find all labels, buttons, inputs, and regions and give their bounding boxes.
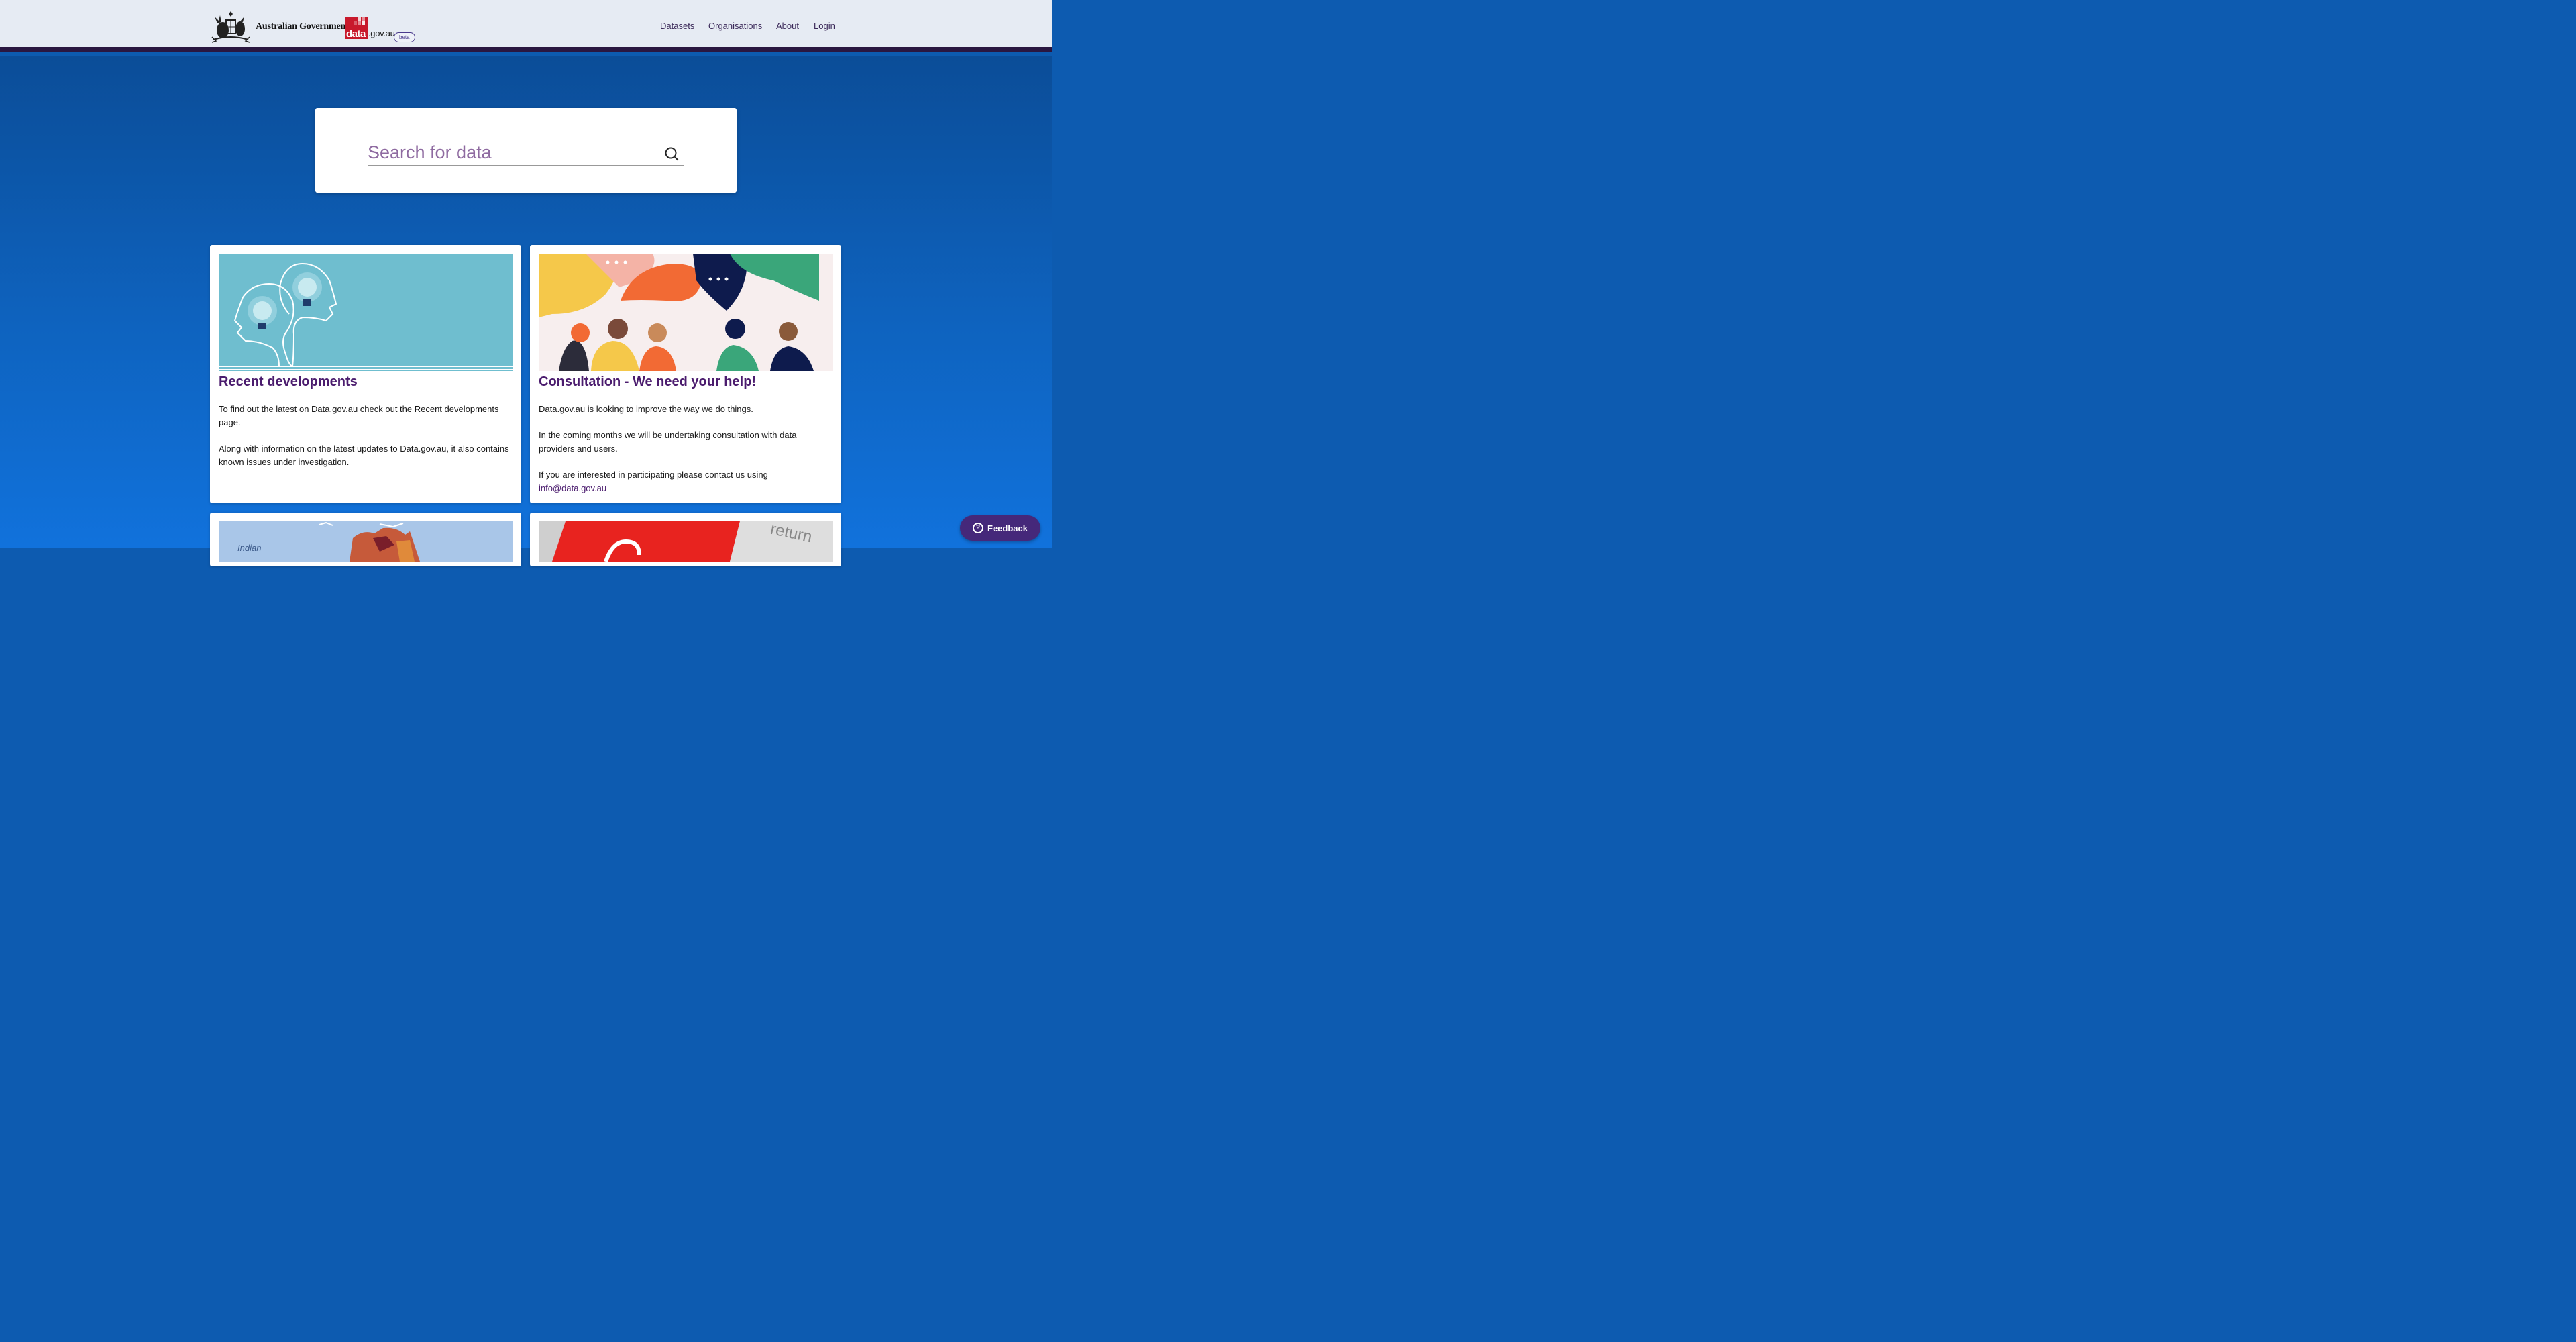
- lightbulb-heads-illustration: [219, 254, 513, 371]
- data-logo-word: data: [346, 28, 366, 40]
- card-image-lightbulb-heads: [219, 254, 513, 371]
- data-gov-au-logo[interactable]: data .gov.au: [345, 15, 395, 40]
- nav-datasets[interactable]: Datasets: [660, 21, 694, 34]
- card-paragraph: Along with information on the latest upd…: [219, 444, 509, 467]
- email-link[interactable]: info@data.gov.au: [539, 483, 606, 493]
- australia-map-illustration: [219, 521, 513, 562]
- card-paragraph: In the coming months we will be undertak…: [539, 430, 797, 454]
- card-paragraph: If you are interested in participating p…: [539, 470, 768, 480]
- card-title[interactable]: Recent developments: [219, 374, 358, 390]
- card-consultation[interactable]: Consultation - We need your help! Data.g…: [530, 245, 841, 503]
- australian-government-logo[interactable]: Australian Government: [209, 9, 349, 44]
- data-logo-block: data: [345, 17, 368, 40]
- search-input[interactable]: [368, 140, 669, 164]
- card-image-map: Indian: [219, 521, 513, 562]
- coat-of-arms-icon: [211, 11, 250, 43]
- map-label: Indian: [237, 543, 262, 553]
- card-return-key[interactable]: return: [530, 513, 841, 566]
- search-underline: [368, 165, 684, 166]
- card-paragraph: To find out the latest on Data.gov.au ch…: [219, 404, 499, 427]
- nav-login[interactable]: Login: [814, 21, 835, 34]
- search-box: [315, 108, 737, 193]
- feedback-button[interactable]: ? Feedback: [960, 515, 1040, 541]
- nav-about[interactable]: About: [776, 21, 799, 34]
- feedback-label: Feedback: [987, 523, 1028, 533]
- card-body: Data.gov.au is looking to improve the wa…: [539, 403, 833, 495]
- nav-organisations[interactable]: Organisations: [708, 21, 762, 34]
- pixel-grid-icon: [354, 17, 365, 25]
- beta-badge: beta: [394, 32, 415, 42]
- card-recent-developments[interactable]: Recent developments To find out the late…: [210, 245, 521, 503]
- card-paragraph: Data.gov.au is looking to improve the wa…: [539, 404, 753, 414]
- card-paragraph-contact: If you are interested in participating p…: [539, 468, 833, 495]
- card-image-keyboard: return: [539, 521, 833, 562]
- card-image-people-talking: [539, 254, 833, 371]
- question-mark-icon: ?: [973, 523, 983, 533]
- search-icon[interactable]: [664, 146, 680, 162]
- site-header: Australian Government data .gov.au beta …: [0, 0, 1052, 52]
- gov-au-logo-word: .gov.au: [368, 28, 395, 38]
- card-title[interactable]: Consultation - We need your help!: [539, 374, 756, 390]
- people-talking-illustration: [539, 254, 833, 371]
- card-body: To find out the latest on Data.gov.au ch…: [219, 403, 513, 482]
- gov-name: Australian Government: [256, 21, 349, 32]
- card-map[interactable]: Indian: [210, 513, 521, 566]
